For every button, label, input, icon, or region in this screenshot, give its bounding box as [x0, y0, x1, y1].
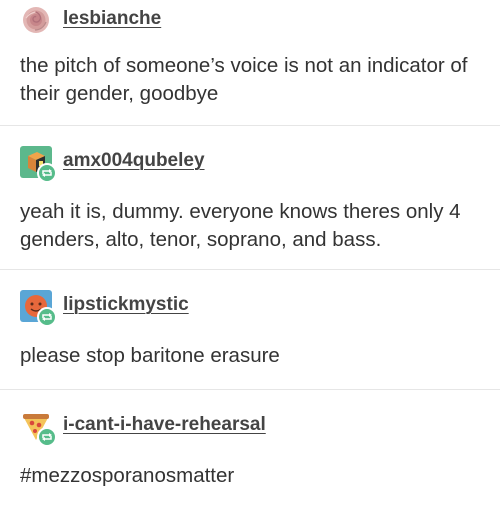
rose-avatar-icon[interactable]	[20, 4, 52, 36]
divider	[0, 269, 500, 270]
post-text: yeah it is, dummy. everyone knows theres…	[20, 200, 461, 251]
cube-avatar-icon[interactable]	[20, 146, 57, 183]
post-header: i-cant-i-have-rehearsal	[20, 410, 480, 447]
username[interactable]: lipstickmystic	[63, 294, 189, 316]
divider	[0, 125, 500, 126]
username[interactable]: i-cant-i-have-rehearsal	[63, 414, 266, 436]
post-header: amx004qubeley	[20, 146, 480, 183]
divider	[0, 389, 500, 390]
orange-face-avatar-icon[interactable]	[20, 290, 57, 327]
username[interactable]: amx004qubeley	[63, 150, 205, 172]
post-header: lipstickmystic	[20, 290, 480, 327]
pizza-slice-avatar-icon[interactable]	[20, 410, 57, 447]
post-text: please stop baritone erasure	[20, 344, 280, 367]
post-text: the pitch of someone’s voice is not an i…	[20, 54, 468, 105]
reblog-icon	[37, 163, 57, 183]
reblog-icon	[37, 307, 57, 327]
reblog-icon	[37, 427, 57, 447]
post-header: lesbianche	[20, 4, 480, 40]
post-text: #mezzosporanosmatter	[20, 464, 235, 487]
username[interactable]: lesbianche	[63, 8, 161, 30]
